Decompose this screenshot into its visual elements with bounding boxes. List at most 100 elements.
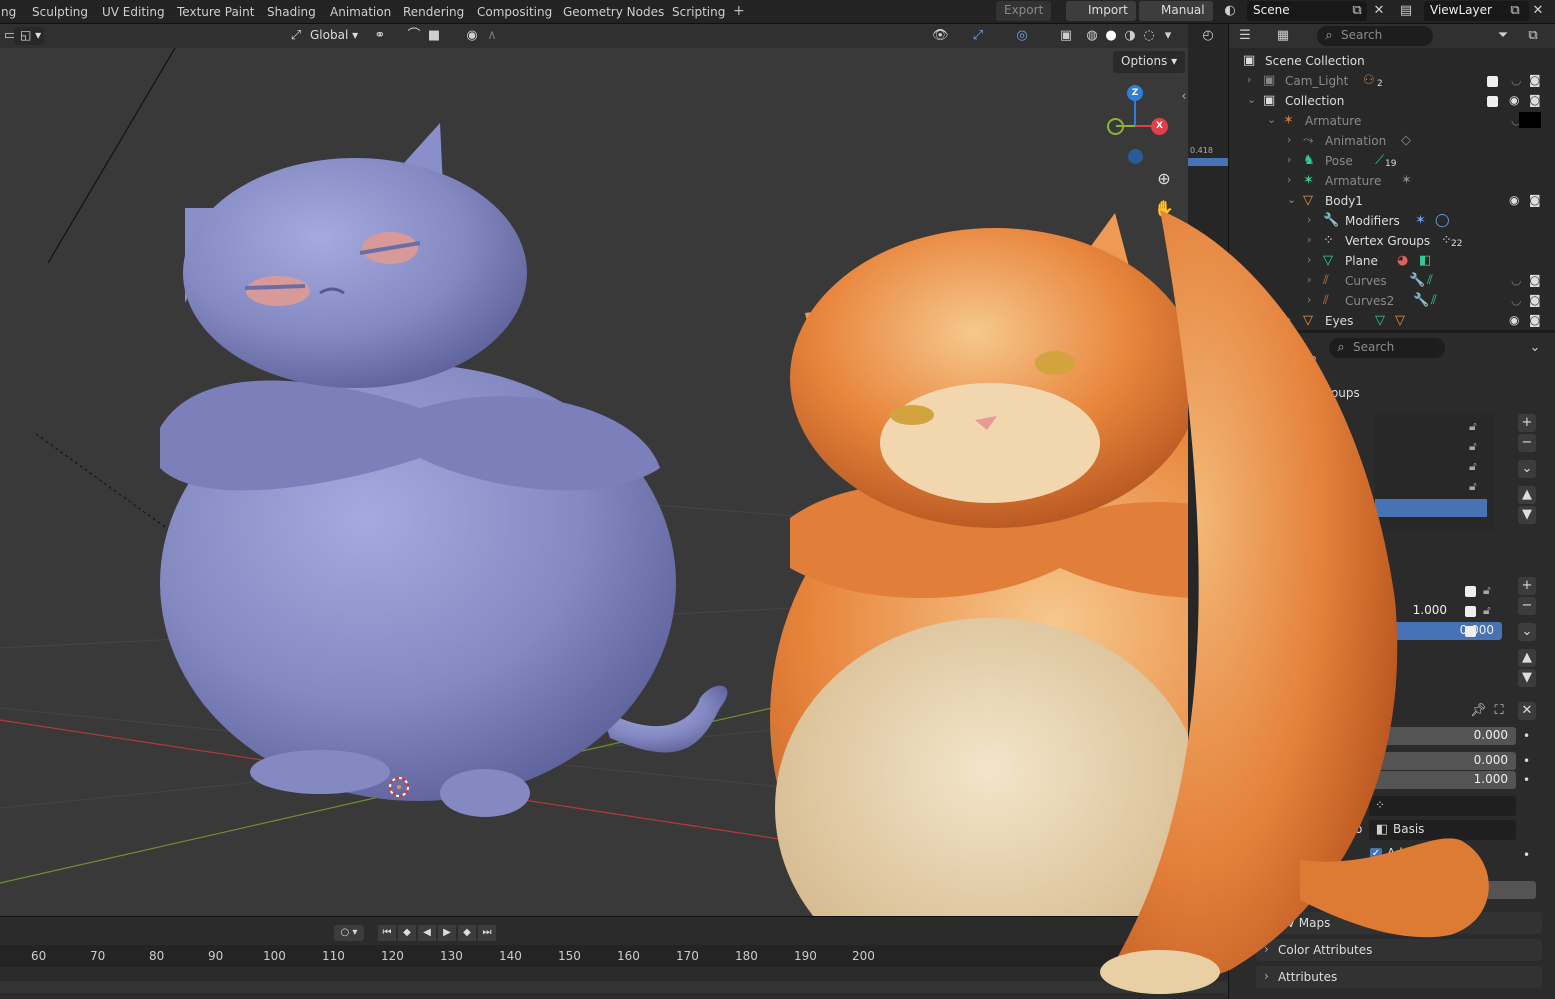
properties-options-icon[interactable]: ⌄ [1527, 340, 1543, 356]
value-field-1[interactable]: 0.000 [1369, 727, 1516, 745]
add-checkbox[interactable]: ✓ [1370, 848, 1382, 860]
tab-sculpting[interactable]: Sculpting [32, 5, 88, 19]
shading-options-icon[interactable]: ▾ [1160, 28, 1176, 44]
gizmo-toggle-icon[interactable]: ⤢ [970, 28, 986, 44]
outliner-row-armature[interactable]: ⌄ ✶ Armature ◡ [1229, 111, 1549, 131]
overlay-toggle-icon[interactable]: ◎ [1014, 28, 1030, 44]
render-camera-icon[interactable]: ◙ [1529, 193, 1541, 207]
outliner-row-collection[interactable]: ⌄ ▣ Collection ◉ ◙ [1229, 91, 1549, 111]
export-button[interactable]: Export [996, 1, 1052, 21]
value-field-2[interactable]: 0.000 [1369, 752, 1516, 770]
play-button[interactable]: ▶ [438, 925, 456, 941]
gizmo-neg-z-axis[interactable] [1128, 149, 1143, 164]
slider-field[interactable] [1369, 881, 1536, 899]
orientation-dropdown[interactable]: Global ▾ [304, 27, 362, 45]
tab-layout[interactable]: ng [1, 5, 16, 19]
snap-target-icon[interactable]: ■ [426, 28, 442, 44]
outliner-row-cam-light[interactable]: › ▣ Cam_Light ⚇ 2 ◡ ◙ [1229, 71, 1549, 91]
attributes-panel-header[interactable]: › Attributes [1256, 966, 1542, 988]
expand-arrow-icon[interactable]: › [1307, 213, 1311, 226]
3d-viewport[interactable]: Z X ⊕ ✋ ‹ [0, 48, 1188, 916]
outliner-row-curves[interactable]: › ⫽ Curves 🔧 ⫽ ◡ ◙ [1229, 271, 1549, 291]
keyframe-dot-icon[interactable]: • [1523, 773, 1530, 787]
add-workspace-button[interactable]: + [733, 3, 745, 19]
new-viewlayer-icon[interactable]: ⧉ [1507, 3, 1523, 19]
play-reverse-button[interactable]: ◀ [418, 925, 436, 941]
editor-type-icon[interactable]: ◴ [1200, 28, 1216, 44]
lock-icon[interactable]: 🔓︎ [1469, 479, 1477, 494]
move-up-button[interactable]: ▲ [1518, 486, 1536, 504]
outliner-row-vertex-groups[interactable]: › ⁘ Vertex Groups ⁘ 22 [1229, 231, 1549, 251]
tab-texture-paint[interactable]: Texture Paint [177, 5, 254, 19]
tab-animation[interactable]: Animation [330, 5, 391, 19]
shape-key-up-button[interactable]: ▲ [1518, 649, 1536, 667]
expand-arrow-icon[interactable]: › [1247, 73, 1251, 86]
outliner-row-curves2[interactable]: › ⫽ Curves2 🔧 ⫽ ◡ ◙ [1229, 291, 1549, 311]
pivot-icon[interactable]: ⚭ [372, 28, 388, 44]
expand-arrow-icon[interactable]: › [1287, 153, 1291, 166]
next-keyframe-button[interactable]: ◆ [458, 925, 476, 941]
fullscreen-icon[interactable]: ⛶ [1491, 703, 1507, 719]
new-collection-icon[interactable]: ⧉ [1525, 28, 1541, 44]
hide-eye-icon[interactable]: ◡ [1511, 73, 1521, 87]
exclude-checkbox[interactable] [1487, 96, 1498, 107]
expand-arrow-icon[interactable]: › [1307, 233, 1311, 246]
select-mode-dropdown[interactable]: ◱ ▾ [14, 27, 44, 45]
move-down-button[interactable]: ▼ [1518, 506, 1536, 524]
scene-icon[interactable]: ◐ [1222, 3, 1238, 19]
zoom-icon[interactable]: ⊕ [1152, 167, 1176, 191]
collapse-arrow-icon[interactable]: ⌄ [1287, 193, 1296, 206]
render-camera-icon[interactable]: ◙ [1529, 273, 1541, 287]
import-button[interactable]: Import [1066, 1, 1136, 21]
shape-key-checkbox[interactable] [1465, 586, 1476, 597]
hide-eye-icon[interactable]: ◡ [1511, 273, 1521, 287]
outliner-row-eyes[interactable]: › ▽ Eyes ▽ ▽ ◉ ◙ [1229, 311, 1549, 331]
eye-icon[interactable]: ◉ [1509, 313, 1519, 327]
vertex-group-list[interactable]: 🔓︎ 🔓︎ 🔓︎ 🔓︎ [1375, 413, 1493, 531]
value-field-3[interactable]: 1.000 [1369, 771, 1516, 789]
tab-compositing[interactable]: Compositing [477, 5, 552, 19]
tab-rendering[interactable]: Rendering [403, 5, 464, 19]
render-camera-icon[interactable]: ◙ [1529, 293, 1541, 307]
falloff-icon[interactable]: ∧ [484, 28, 500, 44]
gizmo-x-axis[interactable]: X [1151, 118, 1168, 135]
jump-end-button[interactable]: ⏭ [478, 925, 496, 941]
tab-scripting[interactable]: Scripting [672, 5, 725, 19]
expand-arrow-icon[interactable]: › [1307, 253, 1311, 266]
collapse-arrow-icon[interactable]: ⌄ [1267, 113, 1276, 126]
clear-button[interactable]: ✕ [1518, 702, 1536, 720]
add-shape-key-button[interactable]: + [1518, 577, 1536, 595]
vertex-group-field[interactable]: ⁘ [1369, 796, 1516, 816]
keyframe-dot-icon[interactable]: • [1523, 848, 1530, 862]
render-camera-icon[interactable]: ◙ [1529, 93, 1541, 107]
render-camera-icon[interactable]: ◙ [1529, 313, 1541, 327]
vertex-group-selected-row[interactable] [1375, 499, 1487, 517]
expand-arrow-icon[interactable]: › [1287, 173, 1291, 186]
outliner-row-armature-data[interactable]: › ✶ Armature ✶ [1229, 171, 1549, 191]
shape-key-checkbox[interactable] [1465, 606, 1476, 617]
clay-cat-model[interactable] [160, 123, 728, 817]
expand-arrow-icon[interactable]: › [1307, 293, 1311, 306]
timeline-scrollbar[interactable] [0, 981, 1228, 993]
eye-icon[interactable]: ◉ [1509, 93, 1519, 107]
viewlayer-icon[interactable]: ▤ [1398, 3, 1414, 19]
proportional-edit-icon[interactable]: ◉ [464, 28, 480, 44]
tab-geometry-nodes[interactable]: Geometry Nodes [563, 5, 664, 19]
outliner-row-scene-collection[interactable]: ▣ Scene Collection [1229, 51, 1549, 71]
shape-key-checkbox[interactable] [1465, 626, 1476, 637]
sidebar-toggle-icon[interactable]: ‹ [1176, 89, 1188, 105]
delete-scene-icon[interactable]: ✕ [1371, 3, 1387, 19]
lock-icon[interactable]: 🔓︎ [1483, 583, 1491, 598]
vertex-groups-header[interactable]: Groups [1317, 386, 1360, 400]
shape-key-value-1[interactable]: 1.000 [1389, 602, 1455, 620]
remove-vertex-group-button[interactable]: − [1518, 434, 1536, 452]
shape-key-value-2[interactable]: 0.000 [1394, 622, 1502, 640]
delete-viewlayer-icon[interactable]: ✕ [1530, 3, 1546, 19]
tab-shading[interactable]: Shading [267, 5, 316, 19]
lock-icon[interactable]: 🔓︎ [1469, 459, 1477, 474]
add-vertex-group-button[interactable]: + [1518, 414, 1536, 432]
shape-key-menu-button[interactable]: ⌄ [1518, 623, 1536, 641]
snap-icon[interactable]: ⌒ [406, 28, 422, 44]
material-shading-icon[interactable]: ◑ [1122, 28, 1138, 44]
exclude-checkbox[interactable] [1487, 76, 1498, 87]
